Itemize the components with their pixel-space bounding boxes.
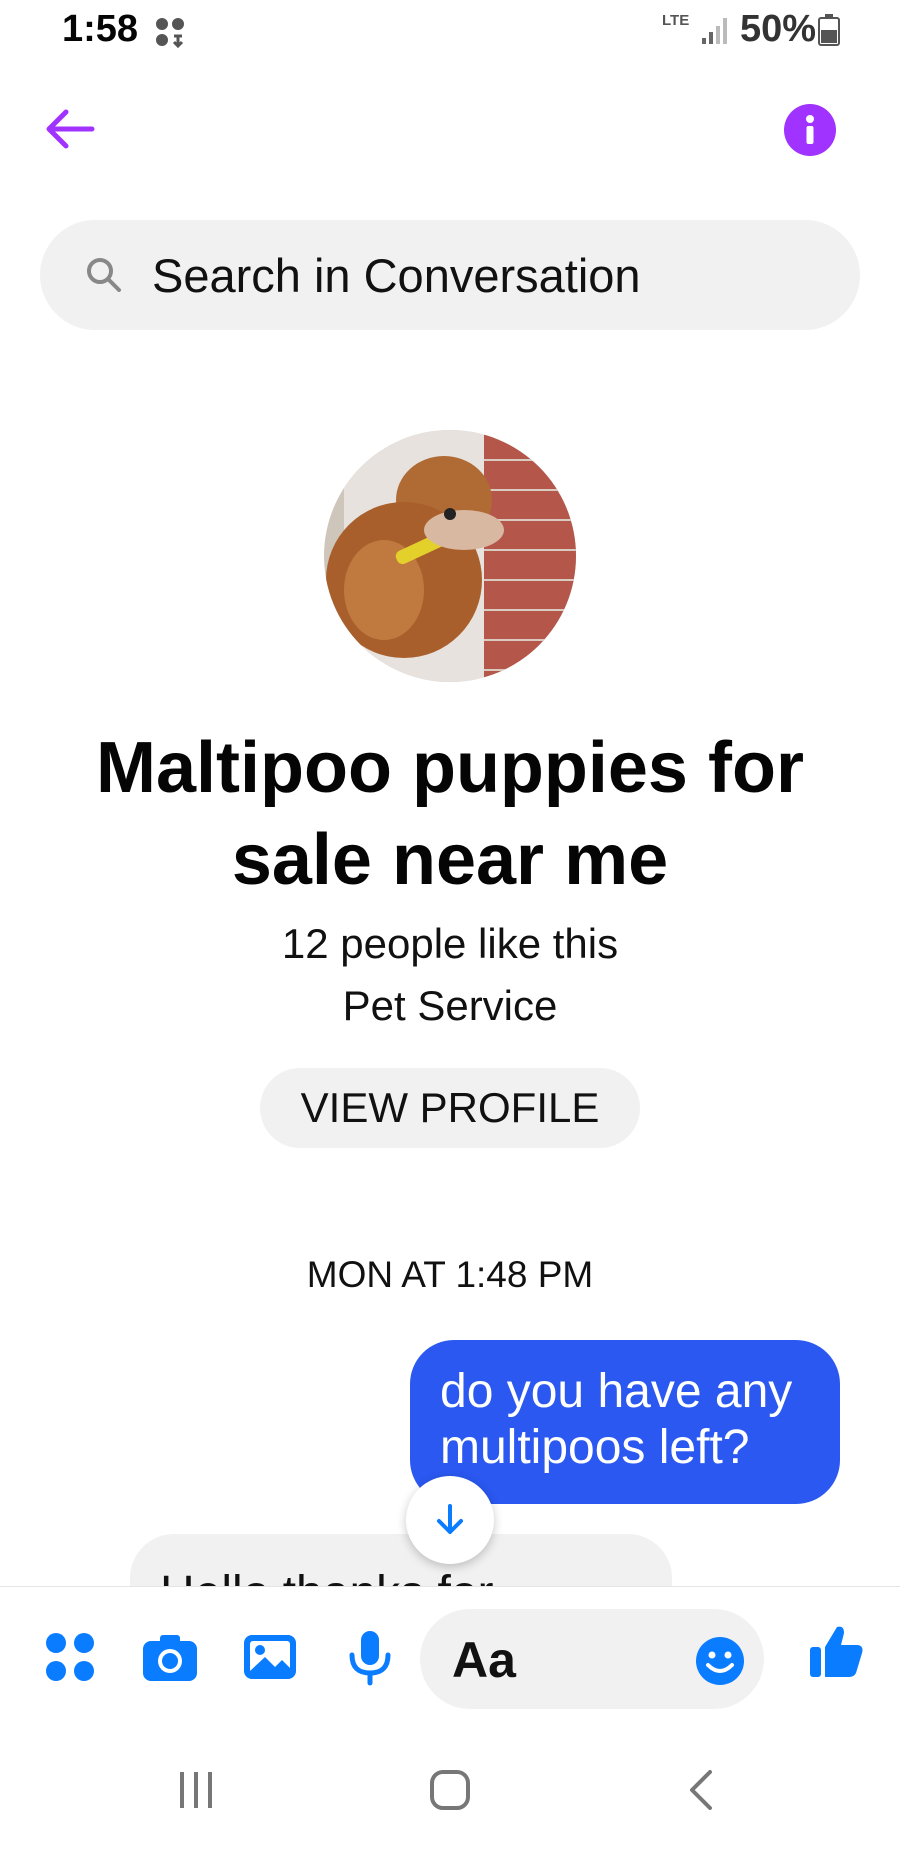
recent-apps-icon [180, 1772, 212, 1808]
battery-percent: 50% [740, 8, 817, 50]
message-placeholder: Aa [452, 1632, 516, 1688]
emoji-button[interactable] [694, 1635, 746, 1687]
back-button[interactable] [40, 104, 100, 154]
gallery-button[interactable] [240, 1627, 300, 1687]
search-icon [87, 258, 121, 292]
chevron-left-icon [690, 1770, 712, 1810]
home-button[interactable] [428, 1768, 472, 1817]
message-timestamp: MON AT 1:48 PM [306, 1254, 594, 1295]
like-button[interactable] [806, 1621, 866, 1681]
battery-icon [818, 14, 840, 46]
status-time: 1:58 [62, 8, 139, 50]
arrow-left-icon [46, 109, 95, 149]
composer-bar: Aa [0, 1586, 900, 1737]
microphone-icon [349, 1631, 391, 1686]
likes-count: 12 people like this [281, 920, 619, 967]
signal-icon [702, 18, 727, 44]
network-type: LTE [662, 12, 690, 29]
arrow-down-icon [437, 1504, 463, 1534]
more-actions-button[interactable] [40, 1627, 100, 1687]
avatar[interactable] [324, 430, 576, 682]
profile-photo [324, 430, 576, 682]
home-icon [430, 1770, 470, 1810]
recent-apps-button[interactable] [176, 1768, 216, 1817]
message-input[interactable]: Aa [420, 1609, 764, 1709]
smiley-icon [696, 1637, 744, 1685]
outgoing-message[interactable]: do you have any multipoos left? [410, 1340, 840, 1504]
voice-clip-button[interactable] [340, 1627, 400, 1687]
system-back-button[interactable] [686, 1768, 716, 1817]
scroll-to-bottom-button[interactable] [406, 1476, 494, 1564]
thumbs-up-icon [810, 1626, 863, 1677]
info-icon [806, 115, 814, 144]
page-title: Maltipoo puppies for sale near me [96, 728, 804, 900]
search-label: Search in Conversation [152, 248, 641, 302]
system-nav-bar [0, 1740, 900, 1850]
camera-icon [143, 1635, 197, 1681]
info-button[interactable] [784, 104, 836, 156]
apps-grid-icon [46, 1633, 94, 1681]
image-icon [244, 1635, 296, 1679]
notification-dots-icon [156, 18, 184, 48]
camera-button[interactable] [140, 1627, 200, 1687]
view-profile-button[interactable]: VIEW PROFILE [260, 1068, 640, 1148]
page-category: Pet Service [342, 982, 558, 1029]
search-in-conversation[interactable]: Search in Conversation [40, 220, 860, 330]
